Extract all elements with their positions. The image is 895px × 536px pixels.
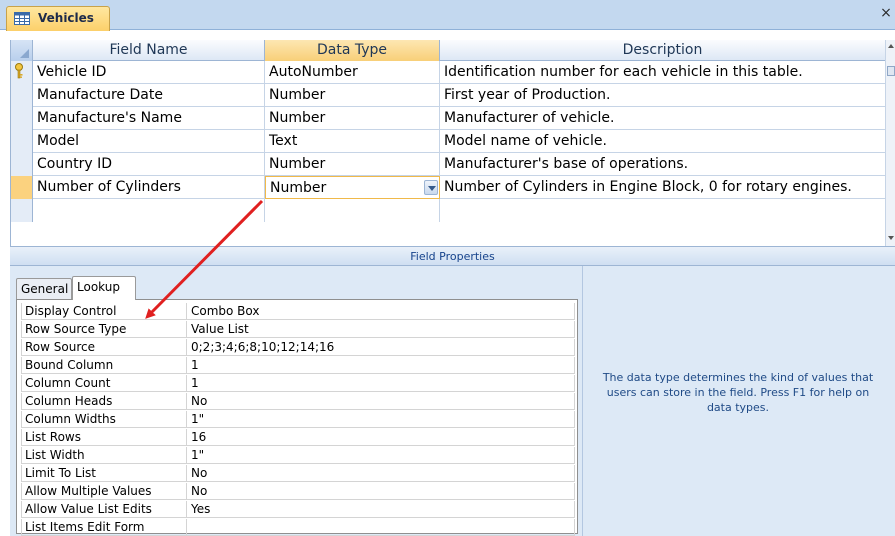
field-properties-pane: General Lookup Display Control Combo Box… xyxy=(10,266,895,536)
property-row[interactable]: Row Source 0;2;3;4;6;8;10;12;14;16 xyxy=(21,339,575,356)
field-name-cell[interactable]: Manufacture Date xyxy=(33,84,265,107)
property-name: Allow Value List Edits xyxy=(21,501,187,518)
property-name: List Width xyxy=(21,447,187,464)
property-name: Limit To List xyxy=(21,465,187,482)
property-row[interactable]: Column Count 1 xyxy=(21,375,575,392)
description-cell[interactable]: Identification number for each vehicle i… xyxy=(440,61,886,84)
help-text: The data type determines the kind of val… xyxy=(602,371,874,414)
column-header-data-type[interactable]: Data Type xyxy=(265,40,440,61)
close-icon[interactable]: × xyxy=(879,5,893,21)
data-type-combo[interactable]: Number xyxy=(265,176,440,199)
table-row[interactable]: Manufacture Date Number First year of Pr… xyxy=(11,84,895,107)
table-row[interactable]: Manufacture's Name Number Manufacturer o… xyxy=(11,107,895,130)
property-row[interactable]: List Width 1" xyxy=(21,447,575,464)
property-value[interactable]: 1" xyxy=(187,447,575,464)
description-cell[interactable]: Model name of vehicle. xyxy=(440,130,886,153)
field-properties-bar: Field Properties xyxy=(10,246,895,266)
property-value[interactable]: No xyxy=(187,393,575,410)
tab-vehicles[interactable]: Vehicles xyxy=(6,6,110,31)
tab-lookup[interactable]: Lookup xyxy=(72,276,136,300)
property-value[interactable]: 16 xyxy=(187,429,575,446)
property-name: List Rows xyxy=(21,429,187,446)
column-header-field-name[interactable]: Field Name xyxy=(33,40,265,61)
table-row-current[interactable]: Number of Cylinders Number Number of Cyl… xyxy=(11,176,895,199)
description-cell[interactable]: Manufacturer of vehicle. xyxy=(440,107,886,130)
chevron-down-icon[interactable] xyxy=(424,180,438,195)
property-name: Column Count xyxy=(21,375,187,392)
document-tab-strip: Vehicles × xyxy=(0,0,895,31)
table-row[interactable]: Country ID Number Manufacturer's base of… xyxy=(11,153,895,176)
column-header-description[interactable]: Description xyxy=(440,40,886,61)
row-selector[interactable] xyxy=(11,61,33,84)
property-row[interactable]: Allow Multiple Values No xyxy=(21,483,575,500)
property-name: Row Source Type xyxy=(21,321,187,338)
tab-general[interactable]: General xyxy=(16,278,72,300)
property-value[interactable]: 1" xyxy=(187,411,575,428)
property-value[interactable]: No xyxy=(187,465,575,482)
table-icon xyxy=(14,12,30,25)
property-value[interactable] xyxy=(187,519,575,536)
description-cell[interactable]: First year of Production. xyxy=(440,84,886,107)
data-type-cell[interactable]: Text xyxy=(265,130,440,153)
property-row[interactable]: Column Heads No xyxy=(21,393,575,410)
property-row[interactable]: Bound Column 1 xyxy=(21,357,575,374)
field-name-cell[interactable]: Number of Cylinders xyxy=(33,176,265,199)
vertical-scrollbar[interactable] xyxy=(885,40,895,246)
property-value[interactable]: 1 xyxy=(187,375,575,392)
property-row[interactable]: Limit To List No xyxy=(21,465,575,482)
table-row-new[interactable] xyxy=(11,199,895,222)
property-value[interactable]: No xyxy=(187,483,575,500)
property-value[interactable]: Yes xyxy=(187,501,575,518)
scroll-up-icon[interactable] xyxy=(888,44,894,48)
field-name-cell[interactable]: Country ID xyxy=(33,153,265,176)
data-type-cell[interactable]: Number xyxy=(265,84,440,107)
property-name: Display Control xyxy=(21,303,187,320)
property-name: Column Widths xyxy=(21,411,187,428)
field-name-cell[interactable]: Manufacture's Name xyxy=(33,107,265,130)
row-selector[interactable] xyxy=(11,84,33,107)
scroll-thumb[interactable] xyxy=(887,66,895,76)
table-row[interactable]: Model Text Model name of vehicle. xyxy=(11,130,895,153)
scroll-down-icon[interactable] xyxy=(888,236,894,240)
description-cell[interactable]: Manufacturer's base of operations. xyxy=(440,153,886,176)
property-value[interactable]: 0;2;3;4;6;8;10;12;14;16 xyxy=(187,339,575,356)
data-type-cell[interactable]: Number xyxy=(265,153,440,176)
select-all-corner[interactable] xyxy=(11,40,33,61)
property-value[interactable]: Combo Box xyxy=(187,303,575,320)
data-type-combo-value: Number xyxy=(270,180,327,196)
row-selector[interactable] xyxy=(11,199,33,222)
lookup-properties-panel: Display Control Combo Box Row Source Typ… xyxy=(16,299,578,536)
field-name-cell[interactable] xyxy=(33,199,265,222)
description-cell[interactable] xyxy=(440,199,886,222)
table-design-grid: Field Name Data Type Description Vehicle… xyxy=(10,40,895,246)
row-selector[interactable] xyxy=(11,153,33,176)
data-type-cell[interactable]: AutoNumber xyxy=(265,61,440,84)
property-name: Column Heads xyxy=(21,393,187,410)
property-row[interactable]: List Rows 16 xyxy=(21,429,575,446)
property-name: Allow Multiple Values xyxy=(21,483,187,500)
table-row[interactable]: Vehicle ID AutoNumber Identification num… xyxy=(11,61,895,84)
property-row[interactable]: Row Source Type Value List xyxy=(21,321,575,338)
field-name-cell[interactable]: Vehicle ID xyxy=(33,61,265,84)
row-selector[interactable] xyxy=(11,130,33,153)
data-type-cell[interactable] xyxy=(265,199,440,222)
data-type-cell[interactable]: Number xyxy=(265,107,440,130)
tab-label: Vehicles xyxy=(38,11,94,25)
property-row[interactable]: Column Widths 1" xyxy=(21,411,575,428)
property-row[interactable]: List Items Edit Form xyxy=(21,519,575,536)
property-row[interactable]: Display Control Combo Box xyxy=(21,303,575,320)
description-cell[interactable]: Number of Cylinders in Engine Block, 0 f… xyxy=(440,176,886,199)
field-name-cell[interactable]: Model xyxy=(33,130,265,153)
row-selector-current[interactable] xyxy=(11,176,33,199)
property-name: Row Source xyxy=(21,339,187,356)
property-name: Bound Column xyxy=(21,357,187,374)
primary-key-icon xyxy=(15,63,23,79)
help-panel: The data type determines the kind of val… xyxy=(582,266,895,536)
property-value[interactable]: 1 xyxy=(187,357,575,374)
grid-header-row: Field Name Data Type Description xyxy=(11,40,895,61)
property-row[interactable]: Allow Value List Edits Yes xyxy=(21,501,575,518)
property-value[interactable]: Value List xyxy=(187,321,575,338)
property-name: List Items Edit Form xyxy=(21,519,187,536)
row-selector[interactable] xyxy=(11,107,33,130)
